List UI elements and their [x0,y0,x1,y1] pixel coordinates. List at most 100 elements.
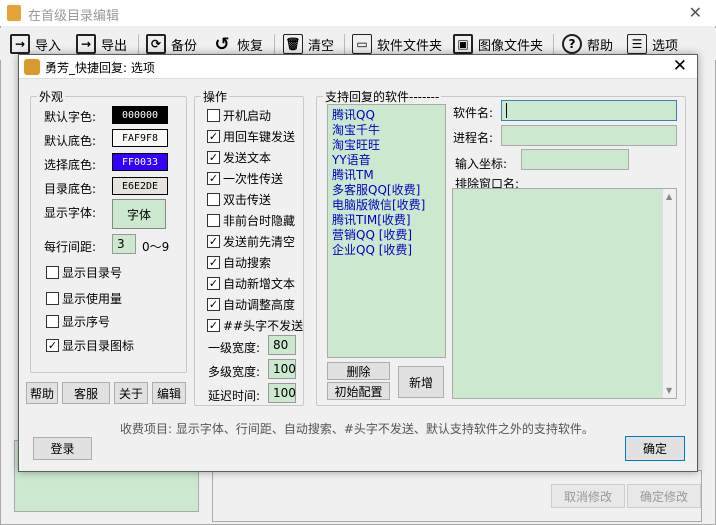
toolbar-export-button[interactable]: → 导出 [76,32,127,56]
software-list-item[interactable]: 企业QQ [收费] [332,243,441,258]
scroll-down-icon[interactable]: ▼ [666,386,672,395]
checkbox-box[interactable]: ✓ [207,172,220,185]
show-serial-checkbox[interactable]: 显示序号 [46,313,110,330]
toolbar-restore-button[interactable]: ↺ 恢复 [212,32,263,56]
software-list[interactable]: 腾讯QQ 淘宝千牛 淘宝旺旺 YY语音 腾讯TM 多客服QQ[收费] 电脑版微信[收费] 腾讯… [327,104,446,358]
operation-checkbox[interactable]: ✓ 自动搜索 [207,254,271,271]
delay-time-input[interactable]: 100 [268,383,296,403]
checkbox-box[interactable]: ✓ [207,235,220,248]
exclude-window-textarea[interactable]: ▲ ▼ [452,188,677,399]
delay-time-label: 延迟时间: [208,389,261,403]
line-spacing-input[interactable]: 3 [112,234,136,254]
support-button[interactable]: 客服 [62,382,110,404]
operation-checkbox[interactable]: ✓ ##头字不发送 [207,317,303,334]
edit-button[interactable]: 编辑 [152,382,186,404]
cancel-changes-button[interactable]: 取消修改 [551,484,625,508]
first-level-width-input[interactable]: 80 [268,335,296,355]
help-icon: ? [562,34,582,54]
operation-checkbox[interactable]: ✓ 用回车键发送 [207,128,295,145]
software-list-item[interactable]: YY语音 [332,153,441,168]
selection-bg-color-label: 选择底色: [44,158,97,172]
toolbar-label: 选项 [652,38,679,54]
software-name-input[interactable] [501,100,677,121]
software-list-item[interactable]: 淘宝旺旺 [332,138,441,153]
appearance-legend: 外观 [39,90,64,104]
software-list-item[interactable]: 电脑版微信[收费] [332,198,441,213]
dialog-titlebar: 勇芳_快捷回复: 选项 ✕ [19,55,697,79]
operation-checkbox[interactable]: ✓ 自动新增文本 [207,275,295,292]
operation-checkbox[interactable]: ✓ 一次性传送 [207,170,283,187]
operation-checkbox[interactable]: 开机启动 [207,107,271,124]
software-list-item[interactable]: 多客服QQ[收费] [332,183,441,198]
software-list-item[interactable]: 腾讯TIM[收费] [332,213,441,228]
toolbar-label: 导出 [101,38,128,54]
toolbar-import-button[interactable]: → 导入 [10,32,61,56]
display-font-label: 显示字体: [44,206,97,220]
show-directory-number-checkbox[interactable]: 显示目录号 [46,264,122,281]
scroll-up-icon[interactable]: ▲ [666,192,672,201]
init-config-button[interactable]: 初始配置 [327,382,390,400]
toolbar-software-folder-button[interactable]: ▭ 软件文件夹 [352,32,442,56]
operation-checkbox[interactable]: ✓ 发送文本 [207,149,271,166]
checkbox-box[interactable]: ✓ [207,256,220,269]
checkbox-label: 发送文本 [223,151,272,165]
software-list-item[interactable]: 腾讯TM [332,168,441,183]
checkbox-box[interactable] [46,292,59,305]
default-font-color-swatch[interactable]: 000000 [112,106,168,124]
toolbar-backup-button[interactable]: ⟳ 备份 [146,32,197,56]
checkbox-label: ##头字不发送 [223,319,304,333]
checkbox-box[interactable] [207,109,220,122]
checkbox-label: 显示目录图标 [62,339,135,353]
font-button[interactable]: 字体 [112,199,166,229]
add-button[interactable]: 新增 [398,366,444,398]
charge-note: 收费项目: 显示字体、行间距、自动搜索、#头字不发送、默认支持软件之外的支持软件… [120,422,594,436]
toolbar-label: 软件文件夹 [377,38,443,54]
multi-level-width-input[interactable]: 100 [268,359,296,379]
software-list-item[interactable]: 淘宝千牛 [332,123,441,138]
login-button[interactable]: 登录 [33,437,92,460]
delete-button[interactable]: 删除 [327,362,390,380]
toolbar-separator [344,34,345,54]
toolbar-clear-button[interactable]: 🗑 清空 [283,32,334,56]
toolbar-image-folder-button[interactable]: ▣ 图像文件夹 [453,32,543,56]
operation-checkbox[interactable]: 双击传送 [207,191,271,208]
help-button[interactable]: 帮助 [26,382,58,404]
directory-bg-color-swatch[interactable]: E6E2DE [112,177,168,195]
operation-checkbox[interactable]: 非前台时隐藏 [207,212,295,229]
show-usage-checkbox[interactable]: 显示使用量 [46,290,122,307]
checkbox-box[interactable] [207,193,220,206]
software-list-item[interactable]: 营销QQ [收费] [332,228,441,243]
checkbox-box[interactable]: ✓ [207,151,220,164]
checkbox-box[interactable] [46,266,59,279]
checkbox-box[interactable]: ✓ [207,298,220,311]
scrollbar[interactable]: ▲ ▼ [662,189,676,398]
operation-checkbox[interactable]: ✓ 发送前先清空 [207,233,295,250]
checkbox-box[interactable]: ✓ [207,319,220,332]
checkbox-box[interactable]: ✓ [207,277,220,290]
checkbox-box[interactable] [207,214,220,227]
default-bg-color-swatch[interactable]: FAF9F8 [112,129,168,147]
checkbox-label: 非前台时隐藏 [223,214,296,228]
ok-button[interactable]: 确定 [625,436,685,461]
toolbar-separator [138,34,139,54]
about-button[interactable]: 关于 [114,382,148,404]
app-icon [7,5,21,21]
close-icon[interactable]: ✕ [673,56,687,76]
confirm-changes-button[interactable]: 确定修改 [627,484,701,508]
operation-checkbox[interactable]: ✓ 自动调整高度 [207,296,295,313]
toolbar-help-button[interactable]: ? 帮助 [562,32,613,56]
toolbar-options-button[interactable]: ☰ 选项 [627,32,678,56]
software-list-item[interactable]: 腾讯QQ [332,108,441,123]
checkbox-box[interactable] [46,315,59,328]
toolbar-separator [553,34,554,54]
background-titlebar: 在首级目录编辑 ✕ [0,0,716,26]
selection-bg-color-swatch[interactable]: FF0033 [112,153,168,171]
show-directory-icon-checkbox[interactable]: ✓ 显示目录图标 [46,337,134,354]
checkbox-box[interactable]: ✓ [207,130,220,143]
multi-level-width-label: 多级宽度: [208,365,261,379]
close-icon[interactable]: ✕ [689,3,702,22]
input-coord-input[interactable] [521,149,629,170]
process-name-input[interactable] [501,125,677,146]
checkbox-label: 显示序号 [62,315,111,329]
checkbox-box[interactable]: ✓ [46,339,59,352]
